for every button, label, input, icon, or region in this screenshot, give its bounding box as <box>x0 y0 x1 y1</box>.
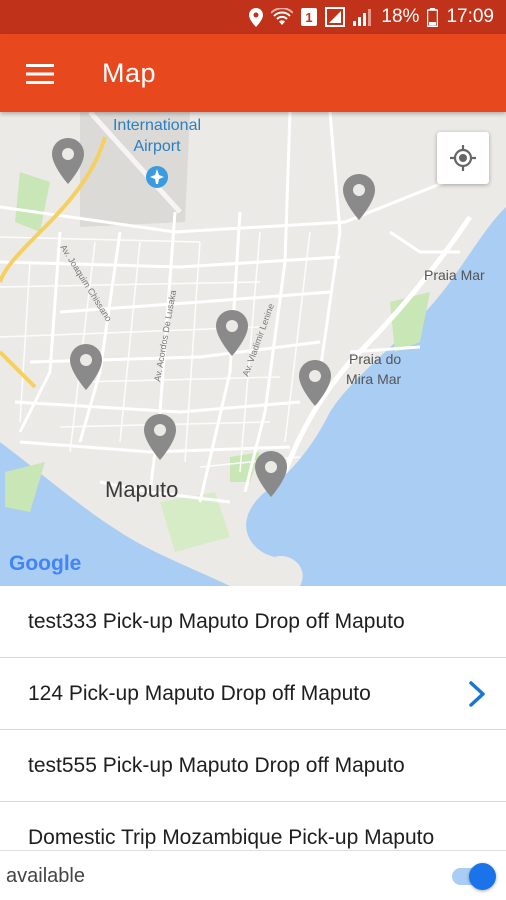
trip-label: Domestic Trip Mozambique Pick-up Maputo <box>28 825 435 849</box>
availability-label: available <box>6 865 85 887</box>
airport-label: International <box>113 117 201 134</box>
airport-label-2: Airport <box>133 138 181 155</box>
sim-icon: 1 <box>301 8 318 26</box>
city-label: Maputo <box>105 477 178 502</box>
praia-mar-label: Praia Mar <box>424 267 485 283</box>
praia-do-label: Praia do <box>349 351 401 367</box>
battery-percent: 18% <box>381 6 420 27</box>
google-logo: Google <box>9 552 81 575</box>
my-location-icon <box>450 145 476 171</box>
trip-list-item[interactable]: test333 Pick-up Maputo Drop off Maputo <box>0 586 506 658</box>
availability-bar: available <box>0 850 506 900</box>
trip-label: test333 Pick-up Maputo Drop off Maputo <box>28 609 405 633</box>
availability-toggle[interactable] <box>452 863 496 890</box>
chevron-right-icon <box>469 681 485 707</box>
trip-list-item[interactable]: Domestic Trip Mozambique Pick-up Maputo <box>0 802 506 850</box>
map-marker[interactable] <box>216 310 248 356</box>
my-location-button[interactable] <box>437 132 489 184</box>
mira-mar-label: Mira Mar <box>346 371 402 387</box>
trip-label: test555 Pick-up Maputo Drop off Maputo <box>28 753 405 777</box>
status-bar: 1 18% 17:09 <box>0 0 506 34</box>
sim-badge: 1 <box>306 10 313 25</box>
airport-icon <box>146 166 168 188</box>
trip-label: 124 Pick-up Maputo Drop off Maputo <box>28 681 371 705</box>
trip-list-item[interactable]: test555 Pick-up Maputo Drop off Maputo <box>0 730 506 802</box>
lte-icon <box>325 7 346 27</box>
trip-list-item-selected[interactable]: 124 Pick-up Maputo Drop off Maputo <box>0 658 506 730</box>
page-title: Map <box>102 58 157 88</box>
battery-icon <box>427 7 439 27</box>
app-bar: Map <box>0 34 506 112</box>
menu-button[interactable] <box>18 56 62 92</box>
trip-list: test333 Pick-up Maputo Drop off Maputo 1… <box>0 586 506 850</box>
map-marker[interactable] <box>299 360 331 406</box>
map-marker[interactable] <box>52 138 84 184</box>
map-view[interactable]: International Airport Maputo Praia Mar P… <box>0 112 506 586</box>
clock: 17:09 <box>446 6 494 27</box>
toggle-knob <box>469 863 496 890</box>
signal-icon <box>353 8 373 26</box>
hamburger-menu-icon <box>26 64 54 84</box>
wifi-icon <box>271 8 294 26</box>
location-icon <box>249 7 264 27</box>
street-label: Av. Acordos De Lusaka <box>152 289 178 382</box>
